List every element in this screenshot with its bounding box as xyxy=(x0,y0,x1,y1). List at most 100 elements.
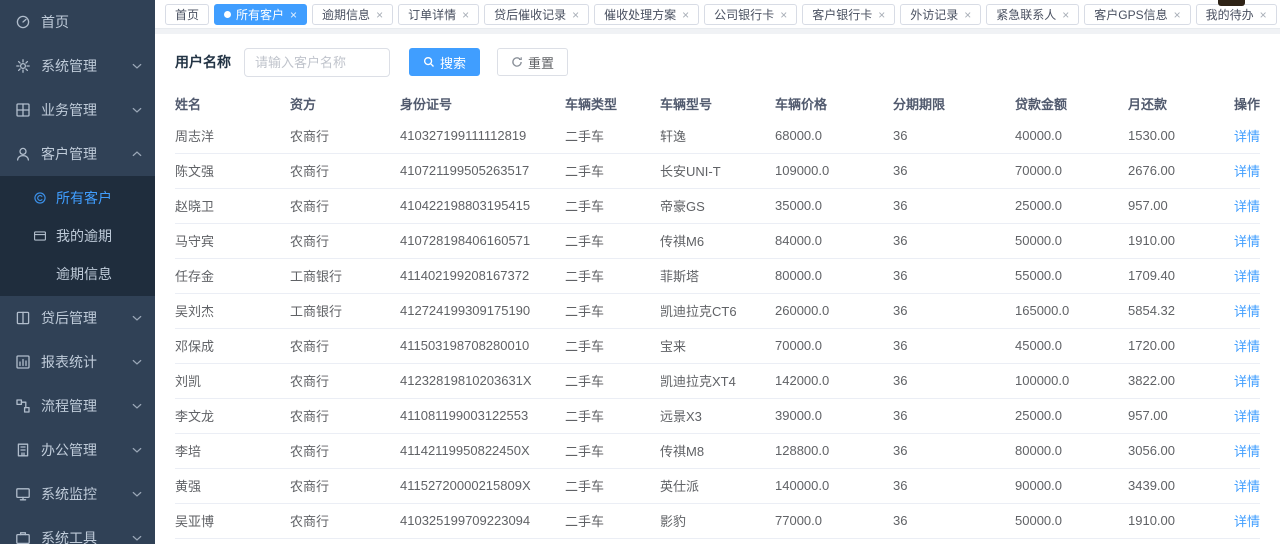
tab-label: 公司银行卡 xyxy=(714,6,774,23)
detail-link[interactable]: 详情 xyxy=(1234,514,1260,529)
chevron-down-icon xyxy=(131,104,143,116)
column-header-6: 分期期限 xyxy=(893,88,1015,118)
cell-vehicle_type: 二手车 xyxy=(565,503,660,538)
tab-8[interactable]: 外访记录 × xyxy=(900,4,981,25)
avatar-partial[interactable] xyxy=(1218,0,1245,6)
cell-loan_amount: 100000.0 xyxy=(1015,363,1128,398)
tab-0[interactable]: 首页 xyxy=(165,4,209,25)
customer-name-input[interactable] xyxy=(244,48,390,77)
close-icon[interactable]: × xyxy=(780,9,787,21)
cell-name: 陈文强 xyxy=(175,153,290,188)
sidebar-item-7[interactable]: 办公管理 xyxy=(0,428,155,472)
tab-6[interactable]: 公司银行卡 × xyxy=(704,4,797,25)
tab-label: 我的待办 xyxy=(1206,6,1254,23)
cell-vehicle_model: 宝来 xyxy=(660,328,775,363)
detail-link[interactable]: 详情 xyxy=(1234,374,1260,389)
detail-link[interactable]: 详情 xyxy=(1234,269,1260,284)
tab-2[interactable]: 逾期信息× xyxy=(312,4,393,25)
cell-vehicle_price: 39000.0 xyxy=(775,398,893,433)
table-row: 吴亚博农商行410325199709223094二手车影豹77000.03650… xyxy=(175,503,1260,538)
tab-label: 催收处理方案 xyxy=(604,6,676,23)
table-row: 马守宾农商行410728198406160571二手车传祺M684000.036… xyxy=(175,223,1260,258)
detail-link[interactable]: 详情 xyxy=(1234,409,1260,424)
table-row: 黄强农商行41152720000215809X二手车英仕派140000.0369… xyxy=(175,468,1260,503)
toolbox-icon xyxy=(15,530,31,544)
detail-link[interactable]: 详情 xyxy=(1234,199,1260,214)
close-icon[interactable]: × xyxy=(682,9,689,21)
sidebar-item-6[interactable]: 流程管理 xyxy=(0,384,155,428)
building-icon xyxy=(15,442,31,458)
search-form: 用户名称 搜索 重置 xyxy=(175,47,1260,77)
page: 首页系统管理业务管理客户管理所有客户我的逾期逾期信息贷后管理报表统计流程管理办公… xyxy=(0,0,1280,544)
cell-vehicle_price: 77000.0 xyxy=(775,503,893,538)
detail-link[interactable]: 详情 xyxy=(1234,444,1260,459)
cell-installment_term: 36 xyxy=(893,328,1015,363)
tab-7[interactable]: 客户银行卡× xyxy=(802,4,895,25)
cell-vehicle_price: 260000.0 xyxy=(775,293,893,328)
table-row: 李培农商行41142119950822450X二手车传祺M8128800.036… xyxy=(175,433,1260,468)
cell-id_number: 411402199208167372 xyxy=(400,258,565,293)
sidebar-item-5[interactable]: 报表统计 xyxy=(0,340,155,384)
cell-vehicle_model: 传祺M8 xyxy=(660,433,775,468)
sidebar-item-1[interactable]: 系统管理 xyxy=(0,44,155,88)
cell-capital: 农商行 xyxy=(290,468,400,503)
reset-button[interactable]: 重置 xyxy=(497,48,568,76)
sidebar-subitem-2[interactable]: 逾期信息 xyxy=(0,255,155,293)
close-icon[interactable]: × xyxy=(1260,9,1267,21)
sidebar-item-0[interactable]: 首页 xyxy=(0,0,155,44)
cell-capital: 农商行 xyxy=(290,433,400,468)
cell-name: 邓保成 xyxy=(175,328,290,363)
cell-loan_amount: 40000.0 xyxy=(1015,118,1128,153)
tab-1[interactable]: 所有客户× xyxy=(214,4,307,25)
cell-capital: 农商行 xyxy=(290,363,400,398)
close-icon[interactable]: × xyxy=(1174,9,1181,21)
cell-id_number: 410721199505263517 xyxy=(400,153,565,188)
username-label: 用户名称 xyxy=(175,52,231,72)
table-header-row: 姓名资方身份证号车辆类型车辆型号车辆价格分期期限贷款金额月还款操作 xyxy=(175,88,1260,118)
cell-vehicle_type: 二手车 xyxy=(565,328,660,363)
close-icon[interactable]: × xyxy=(1062,9,1069,21)
cell-action: 详情 xyxy=(1228,503,1260,538)
tab-3[interactable]: 订单详情× xyxy=(398,4,479,25)
cell-monthly_payment: 1910.00 xyxy=(1128,503,1228,538)
sidebar-item-4[interactable]: 贷后管理 xyxy=(0,296,155,340)
close-icon[interactable]: × xyxy=(572,9,579,21)
cell-id_number: 410728198406160571 xyxy=(400,223,565,258)
cell-loan_amount: 55000.0 xyxy=(1015,258,1128,293)
cell-installment_term: 36 xyxy=(893,293,1015,328)
table-row: 二手车 xyxy=(175,538,1260,544)
sidebar-subitem-1[interactable]: 我的逾期 xyxy=(0,217,155,255)
detail-link[interactable]: 详情 xyxy=(1234,339,1260,354)
sidebar-item-3[interactable]: 客户管理 xyxy=(0,132,155,176)
detail-link[interactable]: 详情 xyxy=(1234,164,1260,179)
chevron-down-icon xyxy=(131,488,143,500)
sidebar-item-8[interactable]: 系统监控 xyxy=(0,472,155,516)
reset-button-label: 重置 xyxy=(528,53,554,72)
cell-monthly_payment: 5854.32 xyxy=(1128,293,1228,328)
tab-9[interactable]: 紧急联系人× xyxy=(986,4,1079,25)
table-row: 任存金工商银行411402199208167372二手车菲斯塔80000.036… xyxy=(175,258,1260,293)
sidebar-item-2[interactable]: 业务管理 xyxy=(0,88,155,132)
detail-link[interactable]: 详情 xyxy=(1234,479,1260,494)
detail-link[interactable]: 详情 xyxy=(1234,234,1260,249)
cell-vehicle_type: 二手车 xyxy=(565,153,660,188)
tab-label: 外访记录 xyxy=(910,6,958,23)
close-icon[interactable]: × xyxy=(964,9,971,21)
tab-11[interactable]: 我的待办 × xyxy=(1196,4,1277,25)
close-icon[interactable]: × xyxy=(462,9,469,21)
search-button[interactable]: 搜索 xyxy=(409,48,480,76)
close-icon[interactable]: × xyxy=(376,9,383,21)
sidebar-item-9[interactable]: 系统工具 xyxy=(0,516,155,544)
close-icon[interactable]: × xyxy=(290,9,297,21)
tab-bar: 首页所有客户×逾期信息×订单详情×贷后催收记录×催收处理方案×公司银行卡×客户银… xyxy=(155,0,1280,28)
cell-monthly_payment: 957.00 xyxy=(1128,188,1228,223)
close-icon[interactable]: × xyxy=(878,9,885,21)
cell-monthly_payment: 2676.00 xyxy=(1128,153,1228,188)
tab-5[interactable]: 催收处理方案 × xyxy=(594,4,699,25)
detail-link[interactable]: 详情 xyxy=(1234,304,1260,319)
chevron-down-icon xyxy=(131,60,143,72)
tab-4[interactable]: 贷后催收记录× xyxy=(484,4,589,25)
tab-10[interactable]: 客户GPS信息× xyxy=(1084,4,1190,25)
detail-link[interactable]: 详情 xyxy=(1234,129,1260,144)
sidebar-subitem-0[interactable]: 所有客户 xyxy=(0,179,155,217)
